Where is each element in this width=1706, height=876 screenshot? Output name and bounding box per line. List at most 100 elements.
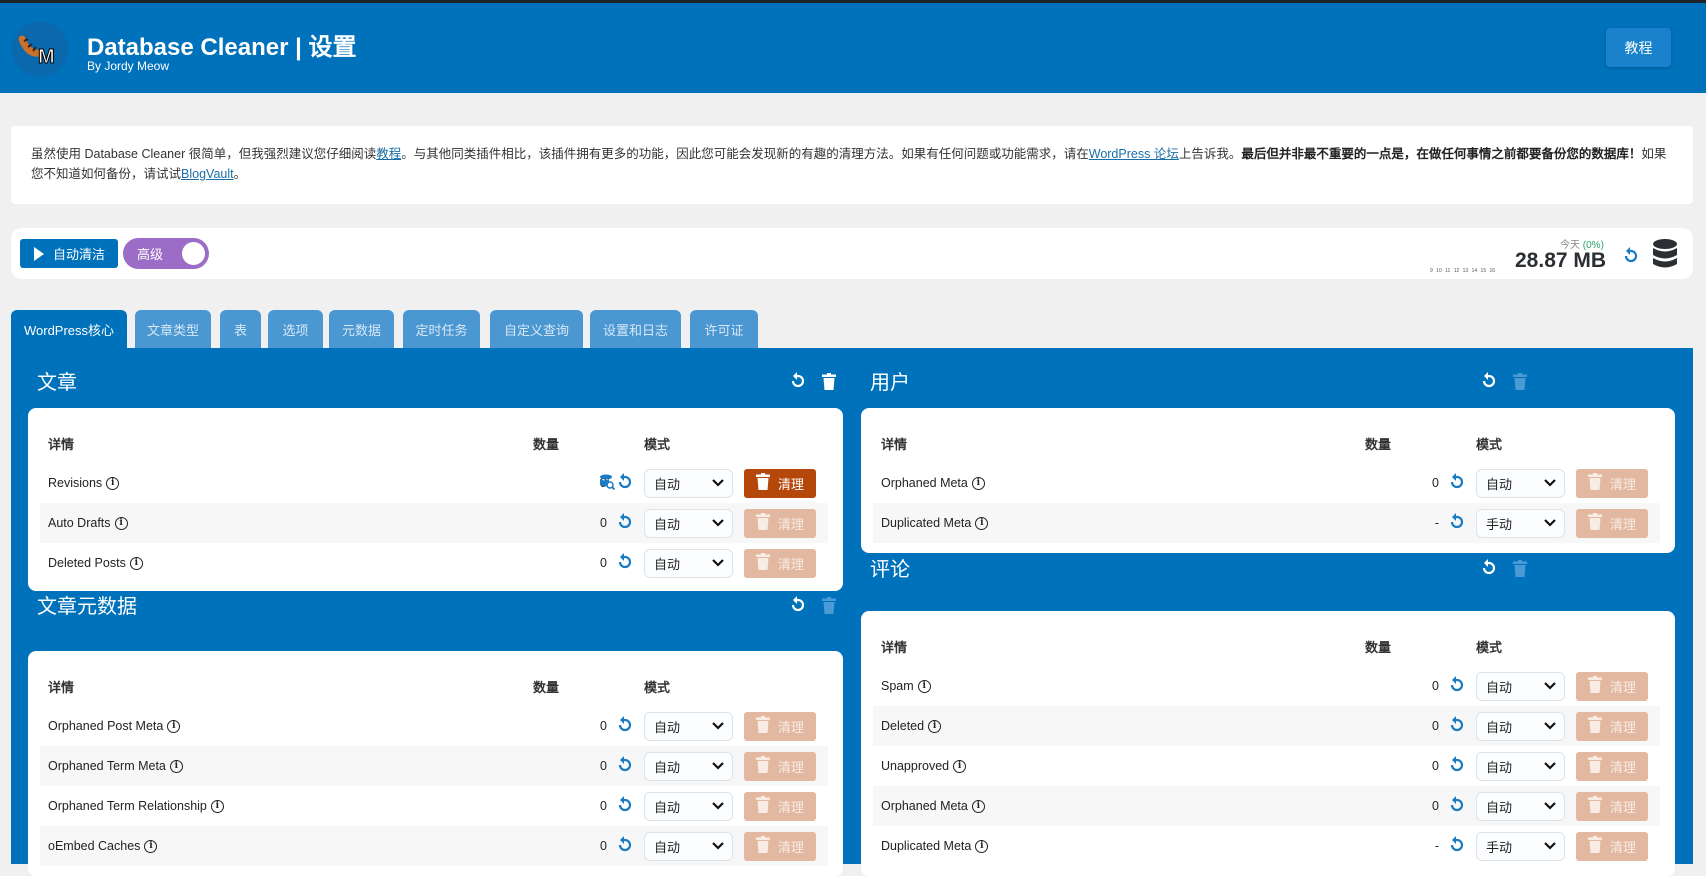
info-icon[interactable]: i	[144, 839, 158, 853]
tutorial-button[interactable]: 教程	[1606, 28, 1671, 67]
refresh-count-icon[interactable]	[1449, 512, 1465, 534]
tab-3[interactable]: 选项	[268, 310, 323, 348]
info-icon[interactable]: i	[975, 516, 989, 530]
info-icon[interactable]: i	[975, 839, 989, 853]
clean-button[interactable]: 清理	[744, 751, 816, 781]
refresh-count-icon[interactable]	[617, 795, 633, 817]
trash-icon	[755, 836, 770, 856]
auto-clean-label: 自动清洁	[53, 247, 106, 262]
clean-button[interactable]: 清理	[744, 791, 816, 821]
item-name: Orphaned Meta	[881, 799, 968, 813]
tab-0[interactable]: WordPress核心	[11, 310, 127, 348]
mode-select[interactable]: 自动	[644, 548, 733, 578]
section-trash-icon[interactable]	[1513, 372, 1527, 395]
refresh-count-icon[interactable]	[1449, 755, 1465, 777]
info-icon[interactable]: i	[971, 476, 985, 490]
info-icon[interactable]: i	[971, 799, 985, 813]
info-icon[interactable]: i	[169, 759, 183, 773]
item-name: oEmbed Caches	[48, 839, 141, 853]
mode-value: 自动	[1486, 719, 1513, 735]
mode-select[interactable]: 自动	[644, 831, 733, 861]
section-trash-icon[interactable]	[822, 372, 836, 395]
refresh-count-icon[interactable]	[1449, 795, 1465, 817]
tutorial-link[interactable]: 教程	[376, 147, 401, 161]
clean-button[interactable]: 清理	[744, 831, 816, 861]
chevron-down-icon	[712, 842, 724, 850]
mode-select[interactable]: 自动	[644, 751, 733, 781]
mode-value: 自动	[654, 799, 681, 815]
refresh-count-icon[interactable]	[617, 512, 633, 534]
clean-label: 清理	[777, 556, 804, 572]
info-icon[interactable]: i	[167, 719, 181, 733]
info-icon[interactable]: i	[928, 719, 942, 733]
refresh-count-icon[interactable]	[1449, 715, 1465, 737]
mode-select[interactable]: 自动	[1476, 711, 1565, 741]
table-row: Auto Drafts i 0 自动 清理	[40, 503, 828, 543]
preview-icon[interactable]	[599, 474, 616, 493]
wordpress-forum-link[interactable]: WordPress 论坛	[1089, 147, 1179, 161]
mode-select[interactable]: 自动	[1476, 671, 1565, 701]
item-name: Deleted	[881, 719, 925, 733]
clean-label: 清理	[1609, 759, 1636, 775]
info-icon[interactable]: i	[114, 516, 128, 530]
clean-button[interactable]: 清理	[1576, 751, 1648, 781]
mode-select[interactable]: 自动	[644, 508, 733, 538]
clean-button[interactable]: 清理	[744, 508, 816, 538]
auto-clean-button[interactable]: 自动清洁	[20, 239, 118, 268]
info-icon[interactable]: i	[953, 759, 967, 773]
section-refresh-icon[interactable]	[790, 596, 806, 619]
chevron-down-icon	[712, 519, 724, 527]
tab-7[interactable]: 设置和日志	[590, 310, 681, 348]
refresh-icon[interactable]	[1623, 247, 1639, 265]
clean-button[interactable]: 清理	[744, 548, 816, 578]
refresh-count-icon[interactable]	[617, 715, 633, 737]
tab-5[interactable]: 定时任务	[403, 310, 480, 348]
clean-button[interactable]: 清理	[1576, 468, 1648, 498]
clean-button[interactable]: 清理	[1576, 671, 1648, 701]
section-trash-icon[interactable]	[822, 596, 836, 619]
section-title: 用户	[870, 372, 910, 394]
clean-button[interactable]: 清理	[744, 468, 816, 498]
tab-4[interactable]: 元数据	[329, 310, 394, 348]
table-header: 详情 数量 模式	[881, 626, 1648, 666]
tab-1[interactable]: 文章类型	[135, 310, 211, 348]
refresh-count-icon[interactable]	[617, 472, 633, 494]
mode-select[interactable]: 自动	[1476, 791, 1565, 821]
section-refresh-icon[interactable]	[1481, 559, 1497, 582]
mode-select[interactable]: 自动	[644, 468, 733, 498]
refresh-count-icon[interactable]	[1449, 835, 1465, 857]
tab-8[interactable]: 许可证	[690, 310, 758, 348]
refresh-count-icon[interactable]	[1449, 472, 1465, 494]
section-trash-icon[interactable]	[1513, 559, 1527, 582]
refresh-count-icon[interactable]	[617, 552, 633, 574]
clean-button[interactable]: 清理	[1576, 831, 1648, 861]
table-row: Spam i 0 自动 清理	[881, 666, 1648, 706]
info-icon[interactable]: i	[106, 476, 120, 490]
tab-2[interactable]: 表	[220, 310, 261, 348]
info-icon[interactable]: i	[210, 799, 224, 813]
refresh-count-icon[interactable]	[1449, 675, 1465, 697]
clean-label: 清理	[777, 799, 804, 815]
mode-select[interactable]: 自动	[644, 791, 733, 821]
mode-select[interactable]: 手动	[1476, 508, 1565, 538]
clean-button[interactable]: 清理	[744, 711, 816, 741]
info-icon[interactable]: i	[129, 556, 143, 570]
mode-select[interactable]: 自动	[644, 711, 733, 741]
info-icon[interactable]: i	[917, 679, 931, 693]
notice-text: 上告诉我。	[1178, 147, 1242, 161]
blogvault-link[interactable]: BlogVault	[181, 167, 234, 181]
clean-button[interactable]: 清理	[1576, 711, 1648, 741]
section-refresh-icon[interactable]	[1481, 372, 1497, 395]
refresh-count-icon[interactable]	[617, 755, 633, 777]
page-subtitle: By Jordy Meow	[87, 59, 170, 73]
refresh-count-icon[interactable]	[617, 835, 633, 857]
mode-value: 自动	[1486, 679, 1513, 695]
mode-select[interactable]: 自动	[1476, 468, 1565, 498]
mode-select[interactable]: 手动	[1476, 831, 1565, 861]
tab-6[interactable]: 自定义查询	[490, 310, 583, 348]
clean-button[interactable]: 清理	[1576, 508, 1648, 538]
mode-select[interactable]: 自动	[1476, 751, 1565, 781]
clean-button[interactable]: 清理	[1576, 791, 1648, 821]
section-refresh-icon[interactable]	[790, 372, 806, 395]
advanced-toggle[interactable]: 高级	[123, 238, 209, 269]
